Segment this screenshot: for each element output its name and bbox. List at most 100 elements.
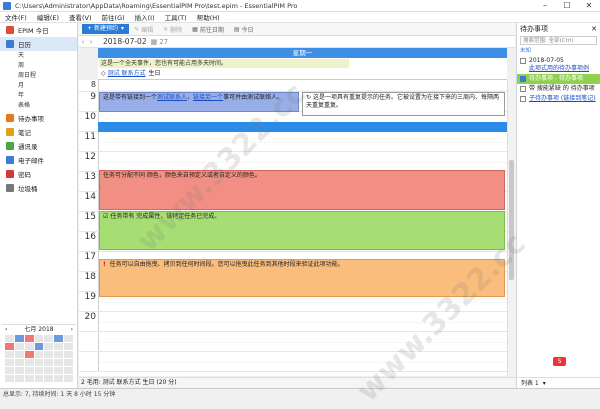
hour-label: 9 — [90, 92, 96, 102]
hour-label: 10 — [84, 112, 96, 122]
todo-item[interactable]: 带 搜能紧缺 的 待办事项 — [517, 84, 600, 94]
date-navigator: ‹ › 2018-07-02 ▦ 27 — [79, 36, 515, 48]
sidebar-item-label: 密码 — [18, 171, 31, 179]
menu-file[interactable]: 文件(F) — [0, 12, 32, 22]
selection-status: 2 毛用: 测试 联系方式 生日 (20 分) — [79, 377, 515, 387]
hour-label: 20 — [84, 312, 96, 322]
current-time-slot[interactable] — [98, 122, 507, 132]
today-icon — [6, 26, 14, 34]
menu-tools[interactable]: 工具(T) — [160, 12, 192, 22]
todo-panel: 待办事项 ✕ 搜索范围: 全部(Ctrl) 未知 2018-07-05 此项式用… — [516, 23, 600, 388]
sidebar-item-mail[interactable]: 电子邮件 — [0, 153, 77, 167]
dropdown-icon[interactable]: ▾ — [543, 378, 546, 389]
todo-item-selected[interactable]: 待办事项 - 待办事项 — [517, 74, 600, 84]
checkbox-icon[interactable]: ☑ — [103, 213, 108, 220]
mini-calendar-next[interactable]: › — [71, 325, 73, 334]
birthday-event[interactable]: ◇ 测试 联系方式 生日 — [99, 69, 349, 78]
menu-view[interactable]: 查看(V) — [64, 12, 97, 22]
app-icon — [3, 1, 11, 10]
event-link[interactable]: 链接另一个 — [193, 94, 223, 101]
today-calendar-icon: ▤ — [233, 25, 240, 33]
menu-help[interactable]: 帮助(H) — [192, 12, 225, 22]
hour-label: 17 — [84, 252, 96, 262]
todo-text[interactable]: 子待办事项 (链接到笔记) — [529, 95, 596, 103]
all-day-event[interactable]: 这是一个全天事件，您也有可能占用多天时间。 — [99, 59, 349, 68]
maximize-button[interactable]: ☐ — [556, 0, 578, 12]
sidebar-item-notes[interactable]: 笔记 — [0, 125, 77, 139]
close-button[interactable]: ✕ — [578, 0, 600, 12]
todo-item[interactable]: 子待办事项 (链接到笔记) — [517, 94, 600, 104]
calendar-icon — [6, 40, 14, 48]
sidebar-item-calendar[interactable]: 日历 — [0, 37, 77, 51]
todo-icon — [6, 114, 14, 122]
delete-icon: ✕ — [163, 25, 169, 33]
next-day-button[interactable]: › — [87, 38, 95, 46]
todo-list-tab[interactable]: 列表 1 — [521, 378, 539, 389]
delete-label: 删除 — [170, 26, 183, 34]
menu-edit[interactable]: 编辑(E) — [32, 12, 64, 22]
title-bar: C:\Users\Administrator\AppData\Roaming\E… — [0, 0, 600, 12]
sidebar-item-passwords[interactable]: 密码 — [0, 167, 77, 181]
todo-checkbox[interactable] — [520, 86, 526, 92]
prev-day-button[interactable]: ‹ — [79, 38, 87, 46]
trash-icon — [6, 184, 14, 192]
hour-row — [79, 352, 507, 372]
sidebar-item-label: 垃圾桶 — [18, 185, 38, 193]
sidebar-item-label: EPIM 今日 — [18, 27, 49, 35]
sidebar-item-todo[interactable]: 待办事项 — [0, 111, 77, 125]
hour-label: 15 — [84, 212, 96, 222]
mini-calendar[interactable]: ‹ 七月 2018 › — [2, 324, 76, 386]
delete-button[interactable]: ✕ 删除 — [158, 25, 187, 34]
todo-text: 待办事项 - 待办事项 — [529, 75, 583, 82]
contact-link[interactable]: 测试联系人 — [157, 94, 187, 101]
todo-panel-title: 待办事项 — [520, 25, 548, 33]
todo-checkbox[interactable] — [520, 58, 526, 64]
sidebar-item-trash[interactable]: 垃圾桶 — [0, 181, 77, 195]
today-button[interactable]: ▤ 今日 — [229, 25, 259, 34]
todo-group-header: 未知 — [517, 46, 600, 56]
week-icon: ▦ — [150, 37, 158, 46]
calendar-view-week-agenda[interactable]: 周日程 — [0, 71, 77, 81]
todo-checkbox[interactable] — [520, 96, 526, 102]
priority-icon: ! — [103, 261, 106, 268]
hour-label: 8 — [90, 80, 96, 89]
edit-button[interactable]: ✎ 编辑 — [129, 25, 158, 34]
menu-insert[interactable]: 插入(I) — [130, 12, 160, 22]
calendar-view-table[interactable]: 表格 — [0, 101, 77, 111]
todo-footer: 列表 1 ▾ — [517, 377, 600, 388]
calendar-view-week[interactable]: 周 — [0, 61, 77, 71]
calendar-view-year[interactable]: 年 — [0, 91, 77, 101]
new-appointment-button[interactable]: + 新建预约 ▾ — [82, 24, 130, 34]
contact-link[interactable]: 测试 联系方式 — [108, 69, 146, 78]
sidebar-item-today[interactable]: EPIM 今日 — [0, 23, 77, 37]
window-title: C:\Users\Administrator\AppData\Roaming\E… — [15, 1, 298, 10]
birthday-icon: ◇ — [101, 70, 106, 77]
chevron-down-icon: ▾ — [121, 25, 125, 32]
hour-label: 12 — [84, 152, 96, 162]
goto-date-button[interactable]: ▦ 前往日期 — [187, 25, 229, 34]
hour-row: 12 — [79, 152, 507, 172]
todo-checkbox[interactable] — [520, 76, 526, 82]
calendar-view-month[interactable]: 月 — [0, 81, 77, 91]
recurring-appointment[interactable]: ↻ 这是一项具有重复提示的任务。它被设置为在接下来的三周内、每隔两天重复重复。 — [302, 92, 505, 116]
sidebar-item-label: 日历 — [18, 41, 31, 49]
close-icon[interactable]: ✕ — [591, 23, 600, 35]
todo-search-input[interactable]: 搜索范围: 全部(Ctrl) — [520, 36, 597, 45]
mail-icon — [6, 156, 14, 164]
hour-label: 18 — [84, 272, 96, 282]
event-text: 这是带有链接到一个 — [103, 94, 158, 101]
minimize-button[interactable]: – — [534, 0, 556, 12]
sidebar-item-contacts[interactable]: 通讯录 — [0, 139, 77, 153]
notes-icon — [6, 128, 14, 136]
sidebar-item-label: 电子邮件 — [18, 157, 44, 165]
calendar-view-day[interactable]: 天 — [0, 51, 77, 61]
menu-goto[interactable]: 前往(G) — [97, 12, 130, 22]
ime-badge-icon[interactable]: S — [553, 357, 566, 366]
status-bar: 总显示: 7, 持续时间: 1 天 8 小时 15 分钟 — [0, 388, 600, 400]
mini-calendar-grid[interactable] — [2, 334, 76, 383]
mini-calendar-prev[interactable]: ‹ — [5, 325, 7, 334]
menu-bar: 文件(F) 编辑(E) 查看(V) 前往(G) 插入(I) 工具(T) 帮助(H… — [0, 12, 600, 23]
hour-label: 11 — [84, 132, 96, 142]
todo-item[interactable]: 2018-07-05 此项式用的待办事项例 — [517, 56, 600, 74]
todo-text[interactable]: 此项式用的待办事项例 — [529, 65, 589, 72]
